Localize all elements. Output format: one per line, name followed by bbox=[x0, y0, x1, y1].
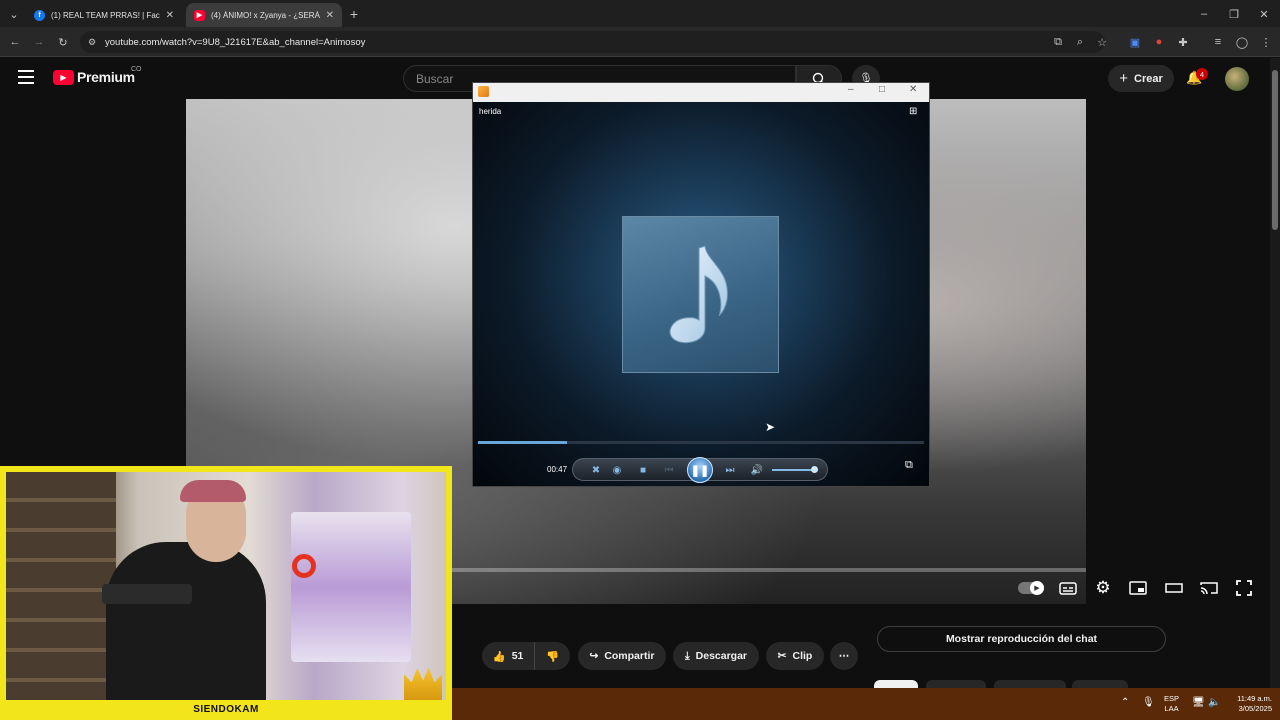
network-icon[interactable]: 🖥 bbox=[1192, 697, 1205, 708]
tab-facebook[interactable]: f (1) REAL TEAM PRRAS! | Facebo ✕ bbox=[26, 3, 182, 27]
bookmark-star-icon[interactable]: ☆ bbox=[1094, 34, 1110, 50]
language-indicator[interactable]: ESP LAA bbox=[1164, 694, 1179, 714]
volume-level bbox=[772, 469, 814, 471]
player-seek-progress bbox=[478, 441, 568, 444]
subtitles-icon[interactable] bbox=[1058, 578, 1078, 598]
pc-case bbox=[291, 512, 411, 662]
facebook-icon: f bbox=[34, 9, 45, 21]
hamburger-menu-icon[interactable] bbox=[18, 70, 34, 84]
elapsed-time: 00:47 bbox=[547, 465, 568, 474]
extensions-puzzle-icon[interactable]: ✚ bbox=[1175, 34, 1191, 50]
volume-icon[interactable]: 🔊 bbox=[749, 462, 765, 478]
album-art bbox=[622, 216, 779, 373]
restore-window-icon[interactable]: ❐ bbox=[1226, 6, 1242, 22]
microphone bbox=[102, 584, 192, 604]
chrome-menu-icon[interactable]: ⋮ bbox=[1258, 34, 1274, 50]
forward-icon[interactable]: → bbox=[31, 34, 47, 50]
tab-search-chevron-icon[interactable]: ⌄ bbox=[6, 6, 22, 22]
track-title: herida bbox=[479, 107, 502, 116]
translate-extension-icon[interactable]: ▣ bbox=[1127, 34, 1143, 50]
taskbar-clock[interactable]: 11:49 a.m. 3/05/2025 bbox=[1226, 694, 1272, 714]
close-window-icon[interactable]: ✕ bbox=[1256, 6, 1272, 22]
windows-taskbar bbox=[452, 688, 1280, 720]
close-tab-icon[interactable]: ✕ bbox=[166, 10, 174, 21]
share-arrow-icon: ↪ bbox=[589, 650, 599, 662]
volume-thumb[interactable] bbox=[811, 466, 818, 473]
tab-youtube[interactable]: ▶ (4) ÁNIMO! x Zyanya - ¿SERÁ E ✕ bbox=[186, 3, 342, 27]
fullscreen-icon[interactable] bbox=[1234, 578, 1254, 598]
reload-icon[interactable]: ↻ bbox=[55, 34, 71, 50]
country-code: CO bbox=[131, 66, 142, 73]
profile-icon[interactable]: ◯ bbox=[1234, 34, 1250, 50]
thumbs-down-icon: 👎 bbox=[545, 650, 560, 663]
share-button[interactable]: ↪ Compartir bbox=[578, 642, 666, 670]
more-actions-button[interactable]: ⋯ bbox=[830, 642, 858, 670]
pause-button[interactable]: ❚❚ bbox=[687, 457, 713, 483]
autoplay-toggle[interactable]: ▶ bbox=[1018, 581, 1044, 595]
stop-icon[interactable]: ■ bbox=[635, 462, 651, 478]
next-icon[interactable]: ⏭ bbox=[722, 462, 738, 478]
create-button[interactable]: + Crear bbox=[1108, 65, 1174, 92]
zoom-icon[interactable]: ⌕ bbox=[1072, 34, 1088, 50]
youtube-logo-icon[interactable]: ▶ bbox=[53, 70, 74, 85]
cast-icon[interactable] bbox=[1199, 578, 1219, 598]
new-tab-icon[interactable]: + bbox=[346, 6, 362, 22]
like-button[interactable]: 👍 51 bbox=[482, 642, 534, 670]
microphone-tray-icon[interactable]: 🎙 bbox=[1142, 697, 1155, 708]
address-bar[interactable]: youtube.com/watch?v=9U8_J21617E&ab_chann… bbox=[80, 31, 1105, 53]
thumbs-up-icon: 👍 bbox=[492, 650, 506, 663]
site-info-icon[interactable]: ⚙ bbox=[84, 34, 100, 50]
autoplay-play-icon: ▶ bbox=[1030, 581, 1044, 595]
youtube-premium-logo[interactable]: Premium bbox=[77, 69, 135, 85]
media-controls-icon[interactable]: ≡ bbox=[1210, 34, 1226, 50]
switch-to-library-icon[interactable]: ⊞ bbox=[909, 106, 917, 117]
player-minimize-icon[interactable]: – bbox=[848, 84, 854, 95]
miniplayer-icon[interactable] bbox=[1128, 578, 1148, 598]
crown-logo bbox=[404, 668, 442, 700]
show-chat-replay-button[interactable]: Mostrar reproducción del chat bbox=[877, 626, 1166, 652]
settings-gear-icon[interactable]: ⚙ bbox=[1093, 578, 1113, 598]
back-icon[interactable]: ← bbox=[7, 34, 23, 50]
extension-icon[interactable]: ● bbox=[1151, 34, 1167, 50]
shelf-backdrop bbox=[6, 472, 116, 700]
account-avatar[interactable] bbox=[1225, 67, 1249, 91]
more-horizontal-icon: ⋯ bbox=[838, 650, 850, 662]
clip-button[interactable]: ✂ Clip bbox=[766, 642, 824, 670]
pause-icon: ❚❚ bbox=[690, 464, 710, 477]
install-app-icon[interactable]: ⧉ bbox=[1050, 34, 1066, 50]
theater-mode-icon[interactable] bbox=[1164, 578, 1184, 598]
player-maximize-icon[interactable]: □ bbox=[879, 84, 885, 95]
person-cap bbox=[180, 480, 246, 502]
youtube-icon: ▶ bbox=[194, 9, 205, 21]
switch-to-now-playing-icon[interactable]: ⧉ bbox=[905, 459, 913, 472]
webcam-feed bbox=[6, 472, 446, 700]
red-ring-object bbox=[292, 554, 316, 578]
scrollbar-thumb[interactable] bbox=[1272, 70, 1278, 230]
person-torso bbox=[106, 542, 266, 700]
download-icon: ⤓ bbox=[684, 649, 690, 662]
media-player-titlebar[interactable] bbox=[473, 83, 929, 102]
notification-count-badge: 4 bbox=[1196, 68, 1208, 80]
download-button[interactable]: ⤓ Descargar bbox=[673, 642, 759, 670]
webcam-label: SIENDOKAM bbox=[193, 703, 259, 715]
previous-icon[interactable]: ⏮ bbox=[661, 462, 677, 478]
show-hidden-icons-chevron-icon[interactable]: ⌃ bbox=[1121, 697, 1129, 708]
media-player-app-icon bbox=[478, 86, 489, 97]
plus-icon: + bbox=[1119, 70, 1128, 87]
music-note-icon bbox=[669, 244, 728, 343]
speaker-icon[interactable]: 🔈 bbox=[1208, 697, 1220, 708]
scissors-icon: ✂ bbox=[777, 650, 787, 662]
close-tab-icon[interactable]: ✕ bbox=[326, 10, 334, 21]
mouse-cursor-icon: ➤ bbox=[765, 420, 776, 434]
player-close-icon[interactable]: ✕ bbox=[909, 84, 917, 95]
dislike-button[interactable]: 👎 bbox=[534, 642, 570, 670]
repeat-icon[interactable]: ◉ bbox=[609, 462, 625, 478]
shuffle-icon[interactable]: ✖ bbox=[588, 462, 604, 478]
minimize-window-icon[interactable]: – bbox=[1196, 6, 1212, 22]
